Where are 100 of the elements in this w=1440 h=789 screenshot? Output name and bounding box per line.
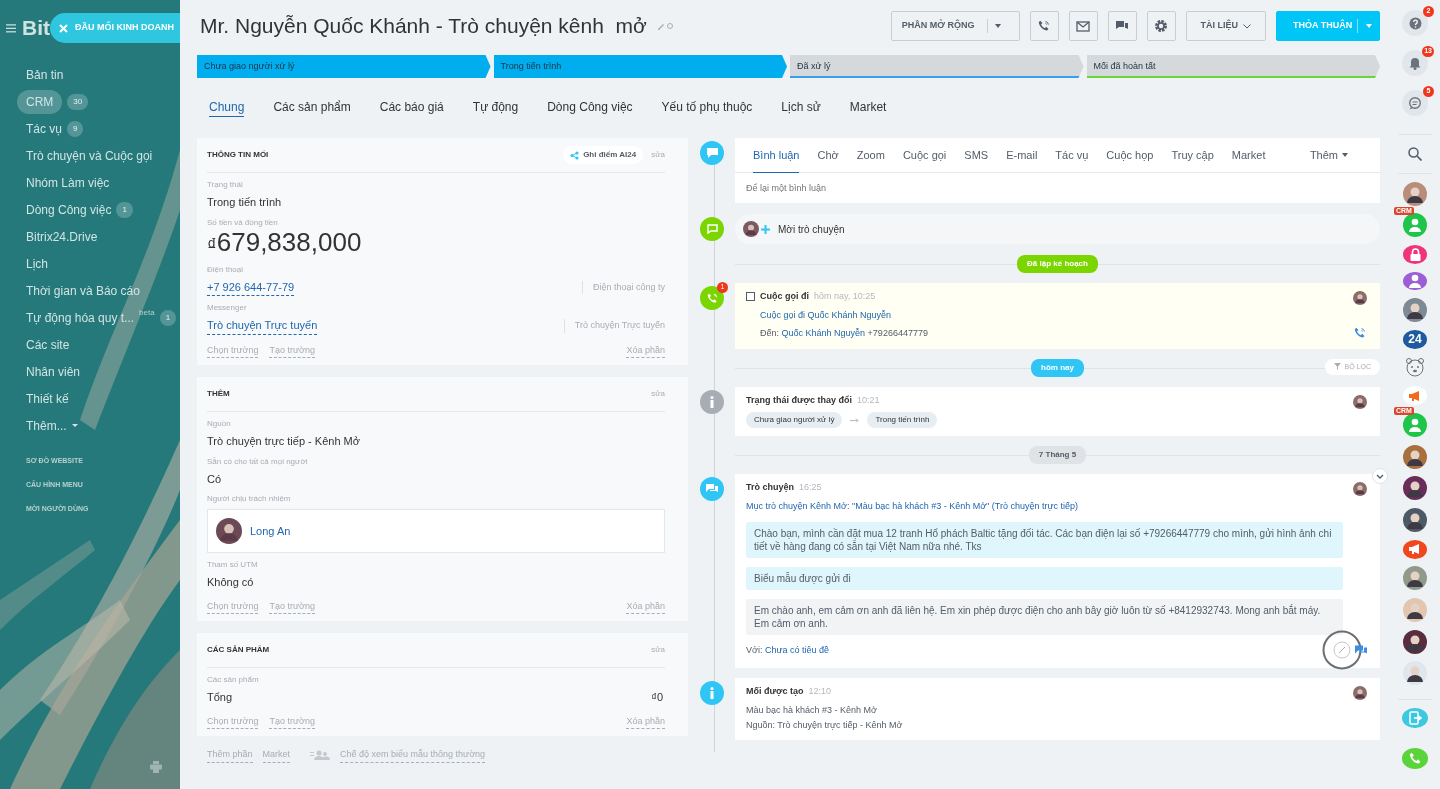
field-link[interactable]: Trò chuyện Trực tuyến: [207, 317, 318, 335]
chevron-icon: [1243, 23, 1251, 29]
avatar: [1353, 394, 1367, 409]
phone-icon[interactable]: [1354, 326, 1366, 339]
checkbox[interactable]: [746, 292, 755, 302]
contact-avatar[interactable]: [1403, 444, 1427, 469]
contact-avatar[interactable]: [1403, 213, 1427, 238]
pin-icon[interactable]: [1322, 629, 1362, 670]
menu-icon[interactable]: [6, 22, 16, 34]
sidebar-item[interactable]: Dòng Công việc: [26, 200, 112, 219]
editor-tab[interactable]: SMS: [964, 137, 989, 173]
invite-bar[interactable]: Mời trò chuyện: [735, 214, 1380, 244]
editor-tab[interactable]: Truy cập: [1171, 137, 1214, 173]
phone-icon: [1408, 752, 1422, 766]
editor-tab[interactable]: Tác vụ: [1055, 137, 1089, 173]
field-label: Các sản phẩm: [207, 674, 260, 686]
chat-button[interactable]: [1107, 11, 1137, 41]
contact-avatar[interactable]: [1403, 661, 1427, 686]
tab[interactable]: Chung: [209, 98, 245, 117]
network-icon: [570, 150, 580, 160]
exit-icon: [1408, 711, 1422, 726]
entry-title: Mối được tạo: [746, 684, 804, 698]
field-label: Số tiền và đồng tiền: [207, 216, 279, 229]
field-label: Trạng thái: [207, 179, 244, 191]
contact-avatar[interactable]: [1403, 412, 1427, 437]
contact-avatar[interactable]: [1403, 181, 1427, 206]
total-value: ₫0: [651, 690, 663, 705]
sidebar-item[interactable]: Thêm...: [26, 416, 67, 435]
tab[interactable]: Các sản phẩm: [273, 98, 351, 117]
tab[interactable]: Lịch sử: [781, 98, 821, 117]
chat-icon[interactable]: [1355, 644, 1367, 656]
editor-tab[interactable]: Bình luận: [753, 137, 800, 173]
contact-avatar[interactable]: [1403, 298, 1427, 323]
sidebar-item[interactable]: Lịch: [26, 254, 48, 273]
contact-avatar[interactable]: [1403, 476, 1427, 501]
chat-icon: [1408, 96, 1422, 110]
mail-button[interactable]: [1068, 11, 1098, 41]
sidebar-item[interactable]: Tự động hóa quy t...: [26, 308, 135, 327]
editor-tab[interactable]: Zoom: [856, 137, 885, 173]
tab[interactable]: Tự động: [472, 98, 519, 117]
editor-tab[interactable]: E-mail: [1006, 137, 1038, 173]
phone-button[interactable]: [1029, 11, 1059, 41]
documents-button[interactable]: TÀI LIỆU: [1185, 11, 1266, 41]
help-button[interactable]: [1402, 10, 1428, 36]
phone-number: +79266447779: [867, 328, 928, 338]
editor-tab[interactable]: Market: [1231, 137, 1266, 173]
field-type: Trò chuyện Trực tuyến: [563, 319, 665, 333]
call-link[interactable]: Cuộc gọi đi Quốc Khánh Nguyễn: [760, 309, 892, 320]
settings-button[interactable]: [1146, 11, 1176, 41]
help-icon: [1408, 16, 1422, 30]
contact-avatar[interactable]: [1403, 597, 1427, 622]
stage-step[interactable]: Đã xử lý: [790, 55, 1084, 78]
sidebar-item[interactable]: Bản tin: [26, 65, 64, 84]
contact-avatar[interactable]: [1403, 566, 1427, 591]
count-badge: 1: [116, 201, 133, 218]
sidebar-item[interactable]: Thời gian và Báo cáo: [26, 281, 140, 300]
chat-title-link[interactable]: Chưa có tiêu đề: [764, 645, 829, 655]
tab[interactable]: Yếu tố phụ thuộc: [661, 98, 753, 117]
editor-tab[interactable]: Cuộc họp: [1106, 137, 1154, 173]
avatar: [1353, 685, 1367, 700]
field-link[interactable]: +7 926 644-77-79: [207, 278, 295, 296]
field-type: Điện thoại công ty: [581, 280, 665, 294]
field-value: Trong tiến trình: [207, 195, 283, 210]
user-card[interactable]: Long An: [207, 509, 665, 553]
sidebar-item[interactable]: Trò chuyện và Cuộc gọi: [26, 146, 153, 165]
messages-button[interactable]: [1402, 90, 1428, 116]
contact-avatar[interactable]: 24: [1403, 329, 1427, 349]
contact-avatar[interactable]: [1403, 629, 1427, 654]
logo: Bit: [22, 15, 50, 42]
extensions-button[interactable]: PHẦN MỞ RỘNG: [890, 11, 1020, 41]
sidebar-item[interactable]: Nhóm Làm việc: [26, 173, 110, 192]
field-value: Có: [207, 471, 223, 487]
editor-tab[interactable]: Cuộc gọi: [902, 137, 947, 173]
user-name[interactable]: Long An: [250, 522, 291, 540]
sidebar-item[interactable]: Tác vụ: [26, 119, 62, 138]
comment-field[interactable]: Để lại một bình luận: [735, 173, 1380, 203]
collapse-icon[interactable]: [1372, 468, 1388, 484]
tab[interactable]: Dòng Công việc: [547, 98, 633, 117]
sidebar-item[interactable]: CRM: [17, 89, 63, 114]
field-label: Messenger: [207, 302, 248, 314]
mail-icon: [1076, 20, 1090, 32]
stage-step[interactable]: Chưa giao người xử lý: [197, 55, 491, 78]
sidebar-item[interactable]: Thiết kế: [26, 389, 69, 408]
editor-tab[interactable]: Chờ: [817, 137, 839, 173]
contact-link[interactable]: Quốc Khánh Nguyễn: [781, 328, 866, 338]
chat-link[interactable]: Mục trò chuyện Kênh Mở: "Màu bạc hà khách #3 - Kênh Mở" (Trò chuyện trực tiếp): [746, 500, 1079, 511]
sidebar-item[interactable]: Nhân viên: [26, 362, 81, 381]
people-icon: [310, 750, 331, 761]
stage-step[interactable]: Mối đã hoàn tất: [1086, 55, 1380, 78]
contact-avatar[interactable]: [1403, 507, 1427, 532]
score-button[interactable]: Ghi điểm AI24: [563, 146, 644, 164]
sidebar-item[interactable]: Các site: [26, 335, 70, 354]
tab[interactable]: Market: [849, 98, 887, 117]
tab[interactable]: Các báo giá: [379, 98, 444, 117]
caret-icon: [1365, 24, 1372, 28]
stage-step[interactable]: Trong tiến trình: [493, 55, 787, 78]
sidebar-item[interactable]: Bitrix24.Drive: [26, 227, 98, 246]
section-title: CÁC SẢN PHẨM: [207, 644, 270, 656]
field-label: Điện thoại: [207, 263, 245, 276]
more-button[interactable]: Thêm: [1303, 145, 1354, 165]
